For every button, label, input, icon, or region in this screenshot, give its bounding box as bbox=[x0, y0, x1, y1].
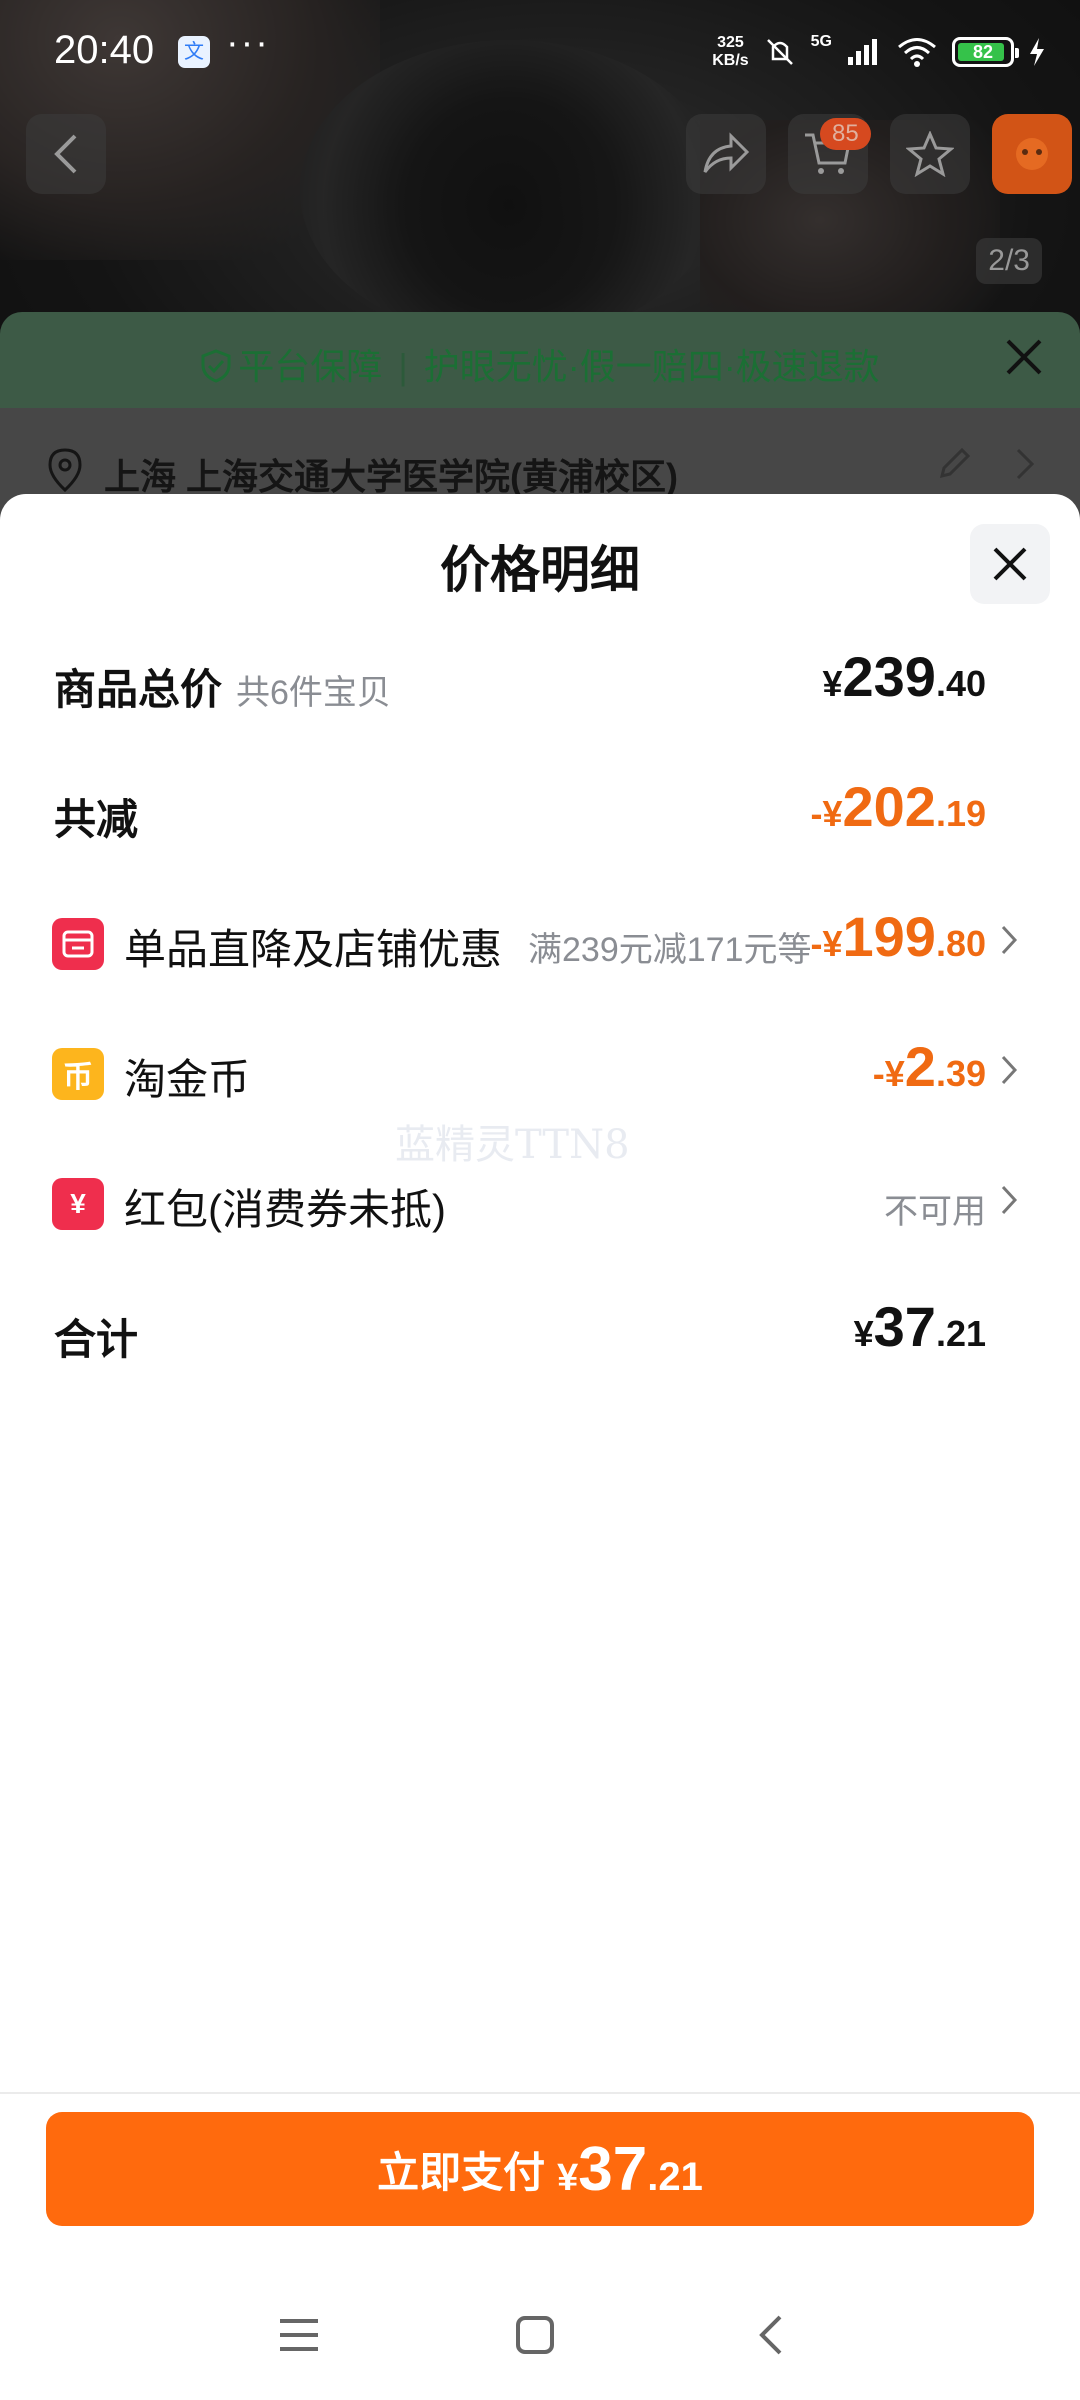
red-packet-row[interactable]: ¥ 红包(消费券未抵) 不可用 bbox=[0, 1164, 1080, 1244]
store-discount-note: 满239元减171元等 bbox=[528, 931, 812, 969]
translate-app-icon: 文 bbox=[178, 36, 210, 68]
guarantee-title: 平台保障 bbox=[238, 346, 383, 387]
cart-count-badge: 85 bbox=[820, 118, 871, 150]
network-speed: 325 KB/s bbox=[712, 34, 749, 69]
red-packet-label: 红包(消费券未抵) bbox=[124, 1186, 446, 1233]
mute-vibrate-icon bbox=[766, 39, 793, 65]
image-page-indicator: 2/3 bbox=[976, 238, 1042, 284]
home-square-icon bbox=[516, 2316, 554, 2354]
charging-icon bbox=[1030, 38, 1044, 66]
pay-now-button[interactable]: 立即支付 ¥37.21 bbox=[46, 2112, 1034, 2226]
footer-divider bbox=[0, 2092, 1080, 2094]
sheet-title: 价格明细 bbox=[440, 542, 640, 598]
close-icon bbox=[993, 547, 1027, 581]
battery-indicator: 82 bbox=[952, 37, 1019, 67]
total-discount-row: 共减 -¥202.19 bbox=[0, 774, 1080, 854]
store-icon bbox=[52, 918, 104, 970]
coin-icon: 币 bbox=[52, 1048, 104, 1100]
chevron-right-icon bbox=[1001, 1055, 1018, 1085]
total-goods-price: ¥239.40 bbox=[822, 645, 986, 708]
location-pin-icon bbox=[48, 448, 82, 492]
assistant-button[interactable] bbox=[992, 114, 1072, 194]
total-discount-price: -¥202.19 bbox=[810, 775, 987, 838]
status-icons: 325 KB/s 5G 82 bbox=[712, 30, 1046, 74]
menu-button[interactable] bbox=[264, 2300, 334, 2370]
system-nav-bar bbox=[0, 2290, 1080, 2380]
star-icon bbox=[906, 131, 954, 177]
chevron-left-icon bbox=[54, 134, 77, 174]
taojinbi-price: -¥2.39 bbox=[872, 1035, 986, 1098]
red-packet-icon: ¥ bbox=[52, 1178, 104, 1230]
back-chevron-icon bbox=[759, 2315, 782, 2355]
sheet-close-button[interactable] bbox=[970, 524, 1050, 604]
back-button[interactable] bbox=[26, 114, 106, 194]
guarantee-items: 护眼无忧·假一赔四·极速退款 bbox=[423, 346, 880, 387]
chevron-right-icon bbox=[1001, 1185, 1018, 1215]
status-bar: 20:40 文 ··· 325 KB/s 5G 82 bbox=[0, 0, 1080, 96]
guarantee-close-button[interactable] bbox=[1004, 334, 1044, 389]
share-icon bbox=[703, 132, 750, 173]
signal-icon bbox=[848, 39, 877, 65]
grand-total-label: 合计 bbox=[54, 1316, 139, 1363]
delivery-address: 上海 上海交通大学医学院(黄浦校区) bbox=[104, 456, 678, 497]
grand-total-row: 合计 ¥37.21 bbox=[0, 1294, 1080, 1374]
more-notifications-icon: ··· bbox=[226, 22, 270, 64]
total-discount-label: 共减 bbox=[54, 796, 139, 843]
grand-total-price: ¥37.21 bbox=[853, 1295, 986, 1358]
taojinbi-label: 淘金币 bbox=[124, 1056, 251, 1103]
chevron-right-icon bbox=[1001, 925, 1018, 955]
item-count: 共6件宝贝 bbox=[236, 674, 391, 712]
chevron-right-icon bbox=[1016, 448, 1035, 480]
watermark: 蓝精灵TTN8 bbox=[395, 1122, 630, 1168]
system-back-button[interactable] bbox=[736, 2300, 806, 2370]
assistant-avatar-icon bbox=[1016, 138, 1048, 170]
red-packet-status: 不可用 bbox=[884, 1193, 986, 1231]
favorite-button[interactable] bbox=[890, 114, 970, 194]
shield-check-icon bbox=[201, 349, 231, 383]
status-time: 20:40 bbox=[54, 28, 155, 72]
menu-icon bbox=[280, 2319, 318, 2351]
close-icon bbox=[1006, 339, 1042, 375]
taojinbi-row[interactable]: 币 淘金币 -¥2.39 bbox=[0, 1034, 1080, 1114]
total-goods-label: 商品总价 bbox=[54, 666, 223, 713]
network-type: 5G bbox=[810, 33, 832, 50]
platform-guarantee-banner: 平台保障 | 护眼无忧·假一赔四·极速退款 bbox=[0, 312, 1080, 408]
wifi-icon bbox=[898, 38, 936, 67]
home-button[interactable] bbox=[500, 2300, 570, 2370]
total-goods-row: 商品总价 共6件宝贝 ¥239.40 bbox=[0, 644, 1080, 724]
pay-amount: ¥37.21 bbox=[557, 2134, 703, 2204]
store-discount-price: -¥199.80 bbox=[810, 905, 987, 968]
store-discount-row[interactable]: 单品直降及店铺优惠 满239元减171元等 -¥199.80 bbox=[0, 904, 1080, 984]
edit-icon[interactable] bbox=[936, 444, 974, 482]
pay-now-label: 立即支付 bbox=[377, 2148, 546, 2196]
store-discount-label: 单品直降及店铺优惠 bbox=[124, 926, 503, 973]
share-button[interactable] bbox=[686, 114, 766, 194]
